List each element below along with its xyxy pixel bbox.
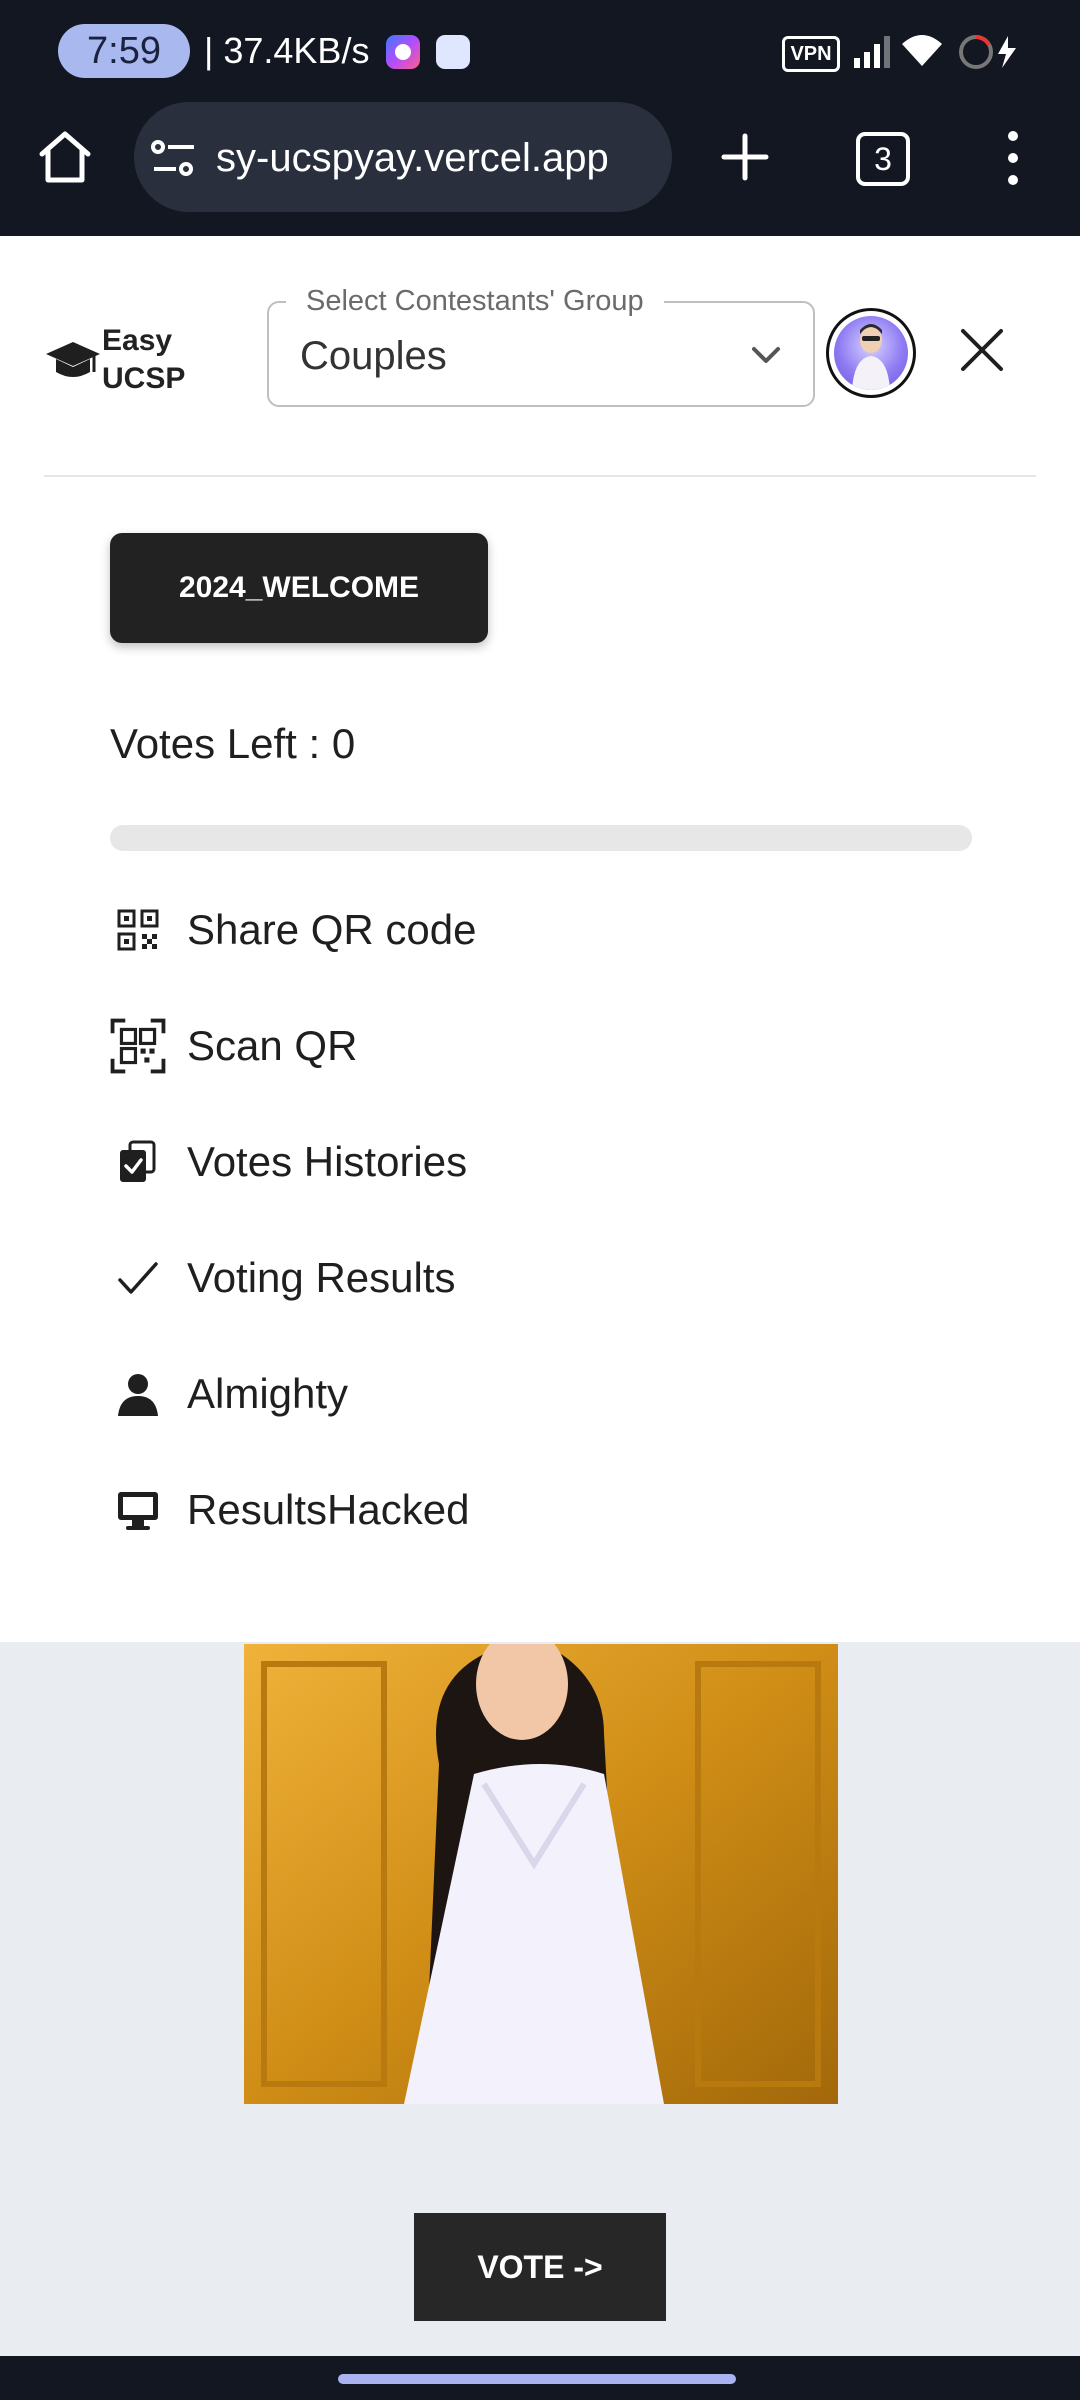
qr-code-icon <box>117 909 159 951</box>
battery-charging-icon <box>959 35 1016 69</box>
tab-switcher-button[interactable]: 3 <box>856 132 910 186</box>
menu-label: Share QR code <box>187 906 477 953</box>
menu-almighty[interactable]: Almighty <box>110 1354 810 1434</box>
votes-progress-bar <box>110 825 972 851</box>
signal-icon <box>854 36 890 68</box>
close-icon[interactable] <box>955 323 1009 377</box>
logo-line-2: UCSP <box>102 362 186 395</box>
status-bar: 7:59 | 37.4KB/s VPN <box>0 0 1080 104</box>
person-icon <box>118 1374 158 1416</box>
new-tab-icon[interactable] <box>714 126 776 188</box>
menu-voting-results[interactable]: Voting Results <box>110 1238 810 1318</box>
site-settings-icon[interactable] <box>150 136 198 180</box>
vote-button[interactable]: VOTE -> <box>414 2213 666 2321</box>
contestant-photo-art <box>244 1644 838 2104</box>
app-notification-icon <box>436 35 470 69</box>
graduation-cap-icon <box>46 342 100 377</box>
vpn-icon: VPN <box>782 36 840 72</box>
logo-line-1: Easy <box>102 324 173 357</box>
easy-ucsp-logo[interactable]: Easy UCSP <box>44 322 204 402</box>
avatar-figure <box>852 324 890 390</box>
qr-scan-icon <box>110 1018 166 1074</box>
home-icon[interactable] <box>34 126 96 188</box>
check-icon <box>118 1262 158 1294</box>
group-select-label: Select Contestants' Group <box>286 284 664 318</box>
menu-label: Voting Results <box>187 1254 456 1301</box>
more-menu-icon[interactable] <box>998 126 1028 190</box>
menu-results-hacked[interactable]: ResultsHacked <box>110 1470 810 1550</box>
menu-share-qr-code[interactable]: Share QR code <box>110 890 810 970</box>
contestant-photo <box>244 1644 838 2104</box>
group-select-value[interactable]: Couples <box>300 330 447 382</box>
monitor-icon <box>118 1492 158 1530</box>
header-divider <box>44 475 1036 477</box>
promo-code-button[interactable]: 2024_WELCOME <box>110 533 488 643</box>
menu-label: Scan QR <box>187 1022 358 1069</box>
user-avatar[interactable] <box>826 308 916 398</box>
votes-left-text: Votes Left : 0 <box>110 720 356 767</box>
menu-label: ResultsHacked <box>187 1486 470 1533</box>
menu-label: Votes Histories <box>187 1138 468 1185</box>
chevron-down-icon[interactable] <box>748 340 784 370</box>
clipboard-check-icon <box>120 1140 156 1182</box>
messenger-notification-icon <box>386 35 420 69</box>
status-time: 7:59 <box>58 24 190 78</box>
menu-votes-histories[interactable]: Votes Histories <box>110 1122 810 1202</box>
network-speed: | 37.4KB/s <box>204 30 370 71</box>
menu-scan-qr[interactable]: Scan QR <box>110 1006 810 1086</box>
wifi-icon <box>902 35 942 66</box>
url-text[interactable]: sy-ucspyay.vercel.app <box>216 132 666 184</box>
menu-label: Almighty <box>187 1370 349 1417</box>
gesture-handle[interactable] <box>338 2374 736 2384</box>
avatar-image <box>834 316 908 390</box>
logo-text: Easy UCSP <box>102 322 185 398</box>
